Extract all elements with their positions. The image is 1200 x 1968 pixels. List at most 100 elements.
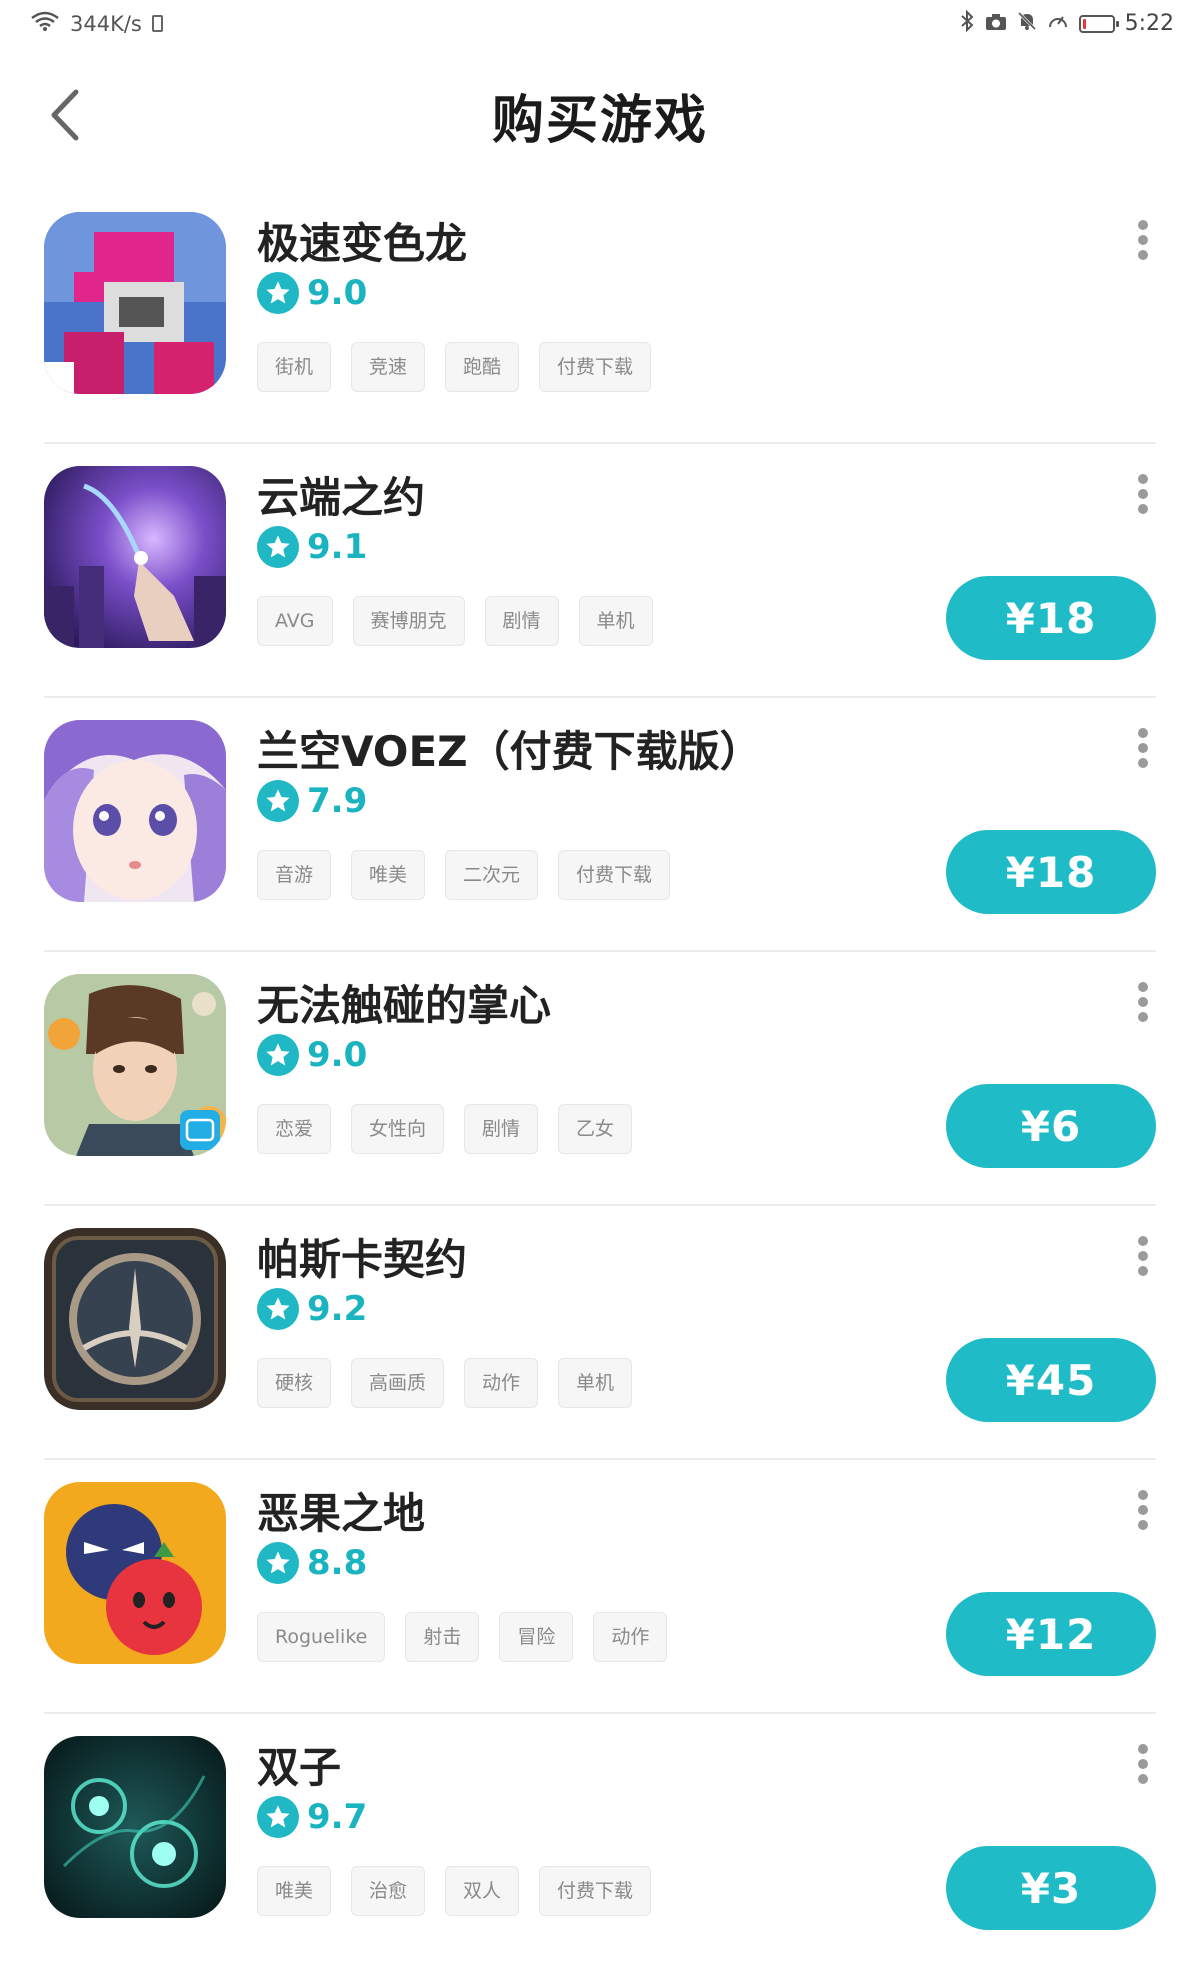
tag[interactable]: 跑酷 — [445, 342, 520, 392]
tag[interactable]: 女性向 — [351, 1104, 445, 1154]
status-time: 5:22 — [1124, 11, 1174, 36]
star-icon — [257, 1034, 299, 1076]
star-icon — [257, 1542, 299, 1584]
more-options-icon[interactable] — [1132, 1236, 1154, 1276]
tag[interactable]: 音游 — [257, 850, 332, 900]
rating: 9.1 — [257, 526, 367, 568]
tag[interactable]: 剧情 — [464, 1104, 539, 1154]
rating: 8.8 — [257, 1542, 367, 1584]
rating-value: 9.0 — [307, 273, 368, 313]
phone-icon — [151, 15, 163, 32]
game-name[interactable]: 云端之约 — [257, 464, 425, 525]
gemini-icon[interactable] — [44, 1736, 226, 1918]
page-title: 购买游戏 — [491, 91, 708, 151]
tag[interactable]: 单机 — [558, 1358, 633, 1408]
tag[interactable]: 冒险 — [499, 1612, 574, 1662]
game-name[interactable]: 恶果之地 — [257, 1480, 425, 1541]
rating: 9.0 — [257, 272, 367, 314]
game-row[interactable]: 云端之约 9.1 AVG 赛博朋克 剧情 单机 ¥18 — [0, 444, 1200, 698]
cloud-date-icon[interactable] — [44, 466, 226, 648]
buy-price-button[interactable]: ¥12 — [946, 1592, 1156, 1676]
rating: 9.0 — [257, 1034, 367, 1076]
status-bar: 344K/s 5:22 — [0, 0, 1200, 50]
speedometer-icon — [1047, 11, 1069, 36]
rating-value: 7.9 — [307, 781, 368, 821]
star-icon — [257, 780, 299, 822]
tag[interactable]: 双人 — [445, 1866, 520, 1916]
status-right: 5:22 — [959, 9, 1174, 37]
bluetooth-icon — [959, 9, 975, 37]
tag[interactable]: 付费下载 — [539, 342, 652, 392]
tag[interactable]: 硬核 — [257, 1358, 332, 1408]
tag-list: 街机 竞速 跑酷 付费下载 — [257, 342, 652, 392]
network-speed: 344K/s — [70, 11, 142, 36]
game-name[interactable]: 无法触碰的掌心 — [257, 972, 551, 1033]
game-name[interactable]: 兰空VOEZ（付费下载版） — [257, 718, 762, 779]
tag[interactable]: 乙女 — [558, 1104, 633, 1154]
game-row[interactable]: 恶果之地 8.8 Roguelike 射击 冒险 动作 ¥12 — [0, 1460, 1200, 1714]
star-icon — [257, 526, 299, 568]
pascal-contract-icon[interactable] — [44, 1228, 226, 1410]
tag[interactable]: 高画质 — [351, 1358, 445, 1408]
game-name[interactable]: 极速变色龙 — [257, 210, 467, 271]
rating: 7.9 — [257, 780, 367, 822]
game-name[interactable]: 双子 — [257, 1734, 341, 1795]
more-options-icon[interactable] — [1132, 220, 1154, 260]
rating: 9.2 — [257, 1288, 367, 1330]
tag[interactable]: 街机 — [257, 342, 332, 392]
tag-list: Roguelike 射击 冒险 动作 — [257, 1612, 668, 1662]
more-options-icon[interactable] — [1132, 1490, 1154, 1530]
status-left: 344K/s — [30, 10, 163, 37]
tag[interactable]: AVG — [257, 596, 333, 646]
buy-price-button[interactable]: ¥45 — [946, 1338, 1156, 1422]
tag[interactable]: 二次元 — [445, 850, 539, 900]
voez-icon[interactable] — [44, 720, 226, 902]
game-row[interactable]: 兰空VOEZ（付费下载版） 7.9 音游 唯美 二次元 付费下载 ¥18 — [0, 698, 1200, 952]
tag[interactable]: Roguelike — [257, 1612, 386, 1662]
star-icon — [257, 1288, 299, 1330]
tag[interactable]: 射击 — [405, 1612, 480, 1662]
game-name[interactable]: 帕斯卡契约 — [257, 1226, 467, 1287]
wifi-icon — [30, 10, 60, 37]
more-options-icon[interactable] — [1132, 1744, 1154, 1784]
header: 购买游戏 — [0, 60, 1200, 165]
tag[interactable]: 动作 — [593, 1612, 668, 1662]
tag[interactable]: 治愈 — [351, 1866, 426, 1916]
rating-value: 8.8 — [307, 1543, 368, 1583]
game-row[interactable]: 帕斯卡契约 9.2 硬核 高画质 动作 单机 ¥45 — [0, 1206, 1200, 1460]
tag[interactable]: 唯美 — [351, 850, 426, 900]
bad-fruit-icon[interactable] — [44, 1482, 226, 1664]
tag[interactable]: 付费下载 — [539, 1866, 652, 1916]
tag[interactable]: 动作 — [464, 1358, 539, 1408]
buy-price-button[interactable]: ¥3 — [946, 1846, 1156, 1930]
tag[interactable]: 单机 — [578, 596, 653, 646]
tag[interactable]: 付费下载 — [558, 850, 671, 900]
tag[interactable]: 唯美 — [257, 1866, 332, 1916]
rating-value: 9.7 — [307, 1797, 368, 1837]
tag[interactable]: 剧情 — [484, 596, 559, 646]
star-icon — [257, 272, 299, 314]
more-options-icon[interactable] — [1132, 474, 1154, 514]
buy-price-button[interactable]: ¥18 — [946, 576, 1156, 660]
buy-price-button[interactable]: ¥6 — [946, 1084, 1156, 1168]
untouchable-palm-icon[interactable] — [44, 974, 226, 1156]
game-row[interactable]: 双子 9.7 唯美 治愈 双人 付费下载 ¥3 — [0, 1714, 1200, 1968]
more-options-icon[interactable] — [1132, 982, 1154, 1022]
tag[interactable]: 竞速 — [351, 342, 426, 392]
camera-icon — [985, 12, 1007, 36]
rating-value: 9.1 — [307, 527, 368, 567]
tag-list: AVG 赛博朋克 剧情 单机 — [257, 596, 653, 646]
star-icon — [257, 1796, 299, 1838]
game-row[interactable]: 极速变色龙 9.0 街机 竞速 跑酷 付费下载 — [0, 190, 1200, 444]
rating-value: 9.2 — [307, 1289, 368, 1329]
mute-bell-icon — [1017, 11, 1037, 36]
tag-list: 音游 唯美 二次元 付费下载 — [257, 850, 671, 900]
buy-price-button[interactable]: ¥18 — [946, 830, 1156, 914]
game-row[interactable]: 无法触碰的掌心 9.0 恋爱 女性向 剧情 乙女 ¥6 — [0, 952, 1200, 1206]
chameleon-run-icon[interactable] — [44, 212, 226, 394]
more-options-icon[interactable] — [1132, 728, 1154, 768]
tag[interactable]: 恋爱 — [257, 1104, 332, 1154]
battery-icon — [1078, 14, 1119, 33]
tag[interactable]: 赛博朋克 — [352, 596, 465, 646]
rating-value: 9.0 — [307, 1035, 368, 1075]
